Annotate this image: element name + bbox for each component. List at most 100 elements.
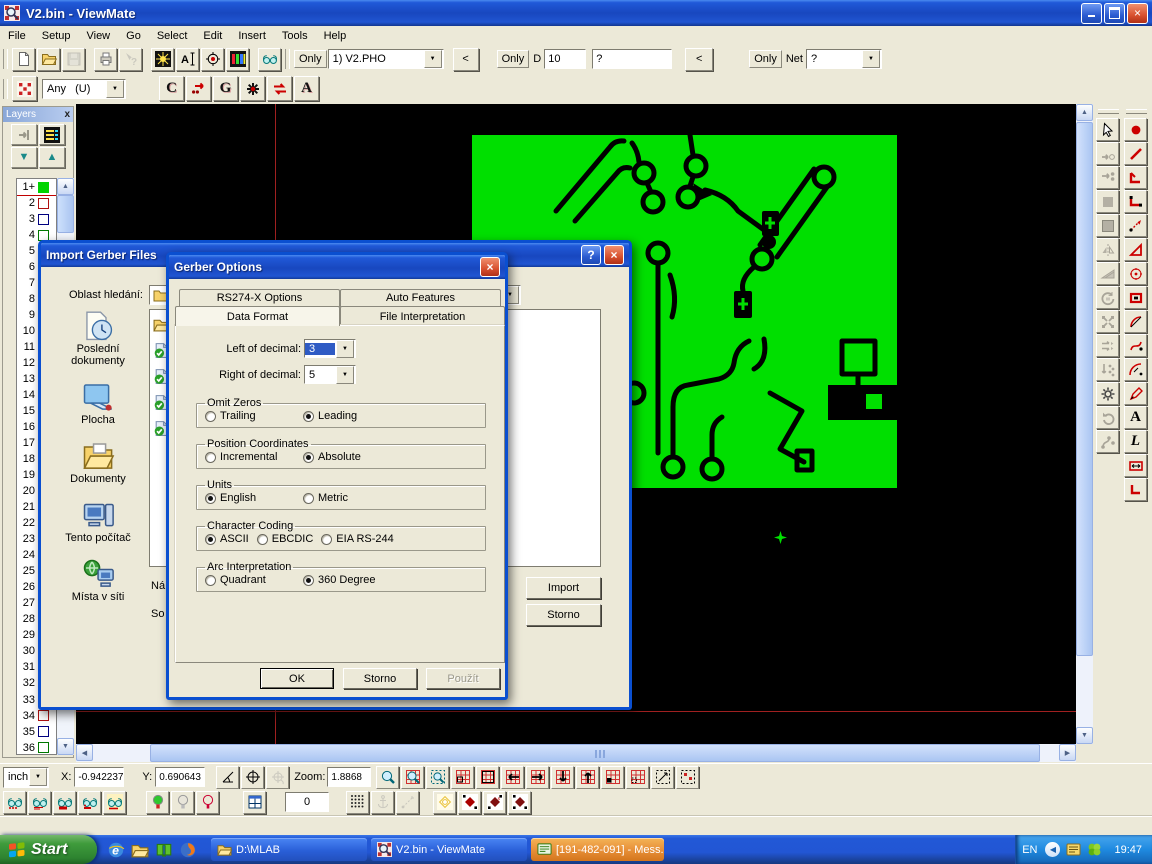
radio-eia-rs-244[interactable]: EIA RS-244 <box>321 533 393 545</box>
stretch-sel-button[interactable] <box>651 766 674 789</box>
import-button[interactable]: Import <box>526 577 601 599</box>
menu-insert[interactable]: Insert <box>230 28 274 44</box>
tri-tool-button[interactable] <box>1124 238 1147 261</box>
vertical-scrollbar[interactable]: ▲ ▼ <box>1076 104 1093 744</box>
cell-a-button[interactable] <box>601 766 624 789</box>
radio-metric[interactable]: Metric <box>303 492 348 504</box>
scroll-up-icon[interactable]: ▲ <box>1076 104 1093 121</box>
dot-grid-button[interactable] <box>346 791 369 814</box>
ie-icon[interactable]: e <box>107 841 125 859</box>
radio-quadrant[interactable]: Quadrant <box>205 574 295 586</box>
circ-tool-button[interactable] <box>1124 262 1147 285</box>
view-3-button[interactable] <box>53 791 76 814</box>
route-arrow-button[interactable] <box>1124 214 1147 237</box>
select-c-button[interactable]: C <box>159 76 184 101</box>
selection-filter-select[interactable]: Any (U) ▼ <box>42 79 126 99</box>
clock[interactable]: 19:47 <box>1114 844 1142 856</box>
radio-trailing[interactable]: Trailing <box>205 410 295 422</box>
print-button[interactable] <box>94 48 117 71</box>
dcode-query-input[interactable]: ? <box>592 49 672 69</box>
layer-color-swatch[interactable] <box>38 214 49 225</box>
close-button[interactable]: × <box>480 257 500 277</box>
layer-color-swatch[interactable] <box>38 230 49 241</box>
cursor-button[interactable] <box>1096 118 1119 141</box>
bulb-green-button[interactable] <box>146 791 169 814</box>
dock-left-button[interactable] <box>11 124 37 145</box>
context-help-button[interactable]: ? <box>119 48 142 71</box>
grid-a-button[interactable] <box>451 766 474 789</box>
layer-table-button[interactable] <box>39 124 65 145</box>
arc-tool-button[interactable] <box>1124 310 1147 333</box>
pad-d-button[interactable] <box>508 791 531 814</box>
menu-file[interactable]: File <box>0 28 34 44</box>
view-2-button[interactable] <box>28 791 51 814</box>
dcode-input[interactable]: 10 <box>544 49 586 69</box>
wedge-button[interactable] <box>1096 262 1119 285</box>
close-button[interactable]: × <box>604 245 624 265</box>
toolbar-grip[interactable] <box>1098 109 1119 114</box>
center-target-button[interactable] <box>241 766 264 789</box>
help-button[interactable]: ? <box>581 245 601 265</box>
layer-colors-button[interactable] <box>226 48 249 71</box>
pan-right-button[interactable] <box>526 766 549 789</box>
scroll-up-icon[interactable]: ▲ <box>57 178 74 195</box>
route-gray-button[interactable] <box>1096 142 1119 165</box>
layers-panel-caption[interactable]: Layers x <box>3 107 73 122</box>
select-text-button[interactable]: A <box>294 76 319 101</box>
layer-row-36[interactable]: 36 <box>17 740 56 755</box>
folder-ql-icon[interactable] <box>131 841 149 859</box>
arc-pen-button[interactable] <box>1124 358 1147 381</box>
scrollbar-thumb[interactable] <box>150 744 1040 762</box>
chevron-down-icon[interactable]: ▼ <box>336 366 354 384</box>
menu-edit[interactable]: Edit <box>195 28 230 44</box>
quad-view-button[interactable] <box>243 791 266 814</box>
route2-gray-button[interactable] <box>1096 166 1119 189</box>
menu-go[interactable]: Go <box>118 28 149 44</box>
layer-color-swatch[interactable] <box>38 198 49 209</box>
view-1-button[interactable] <box>3 791 26 814</box>
scroll-down-icon[interactable]: ▼ <box>57 738 74 755</box>
pad-c-button[interactable]: s <box>483 791 506 814</box>
menu-view[interactable]: View <box>78 28 118 44</box>
trace-line-button[interactable] <box>1124 142 1147 165</box>
pan-down-button[interactable] <box>551 766 574 789</box>
view-glasses-button[interactable] <box>258 48 281 71</box>
radio-ascii[interactable]: ASCII <box>205 533 249 545</box>
pad-a-button[interactable] <box>433 791 456 814</box>
snap-center-button[interactable] <box>201 48 224 71</box>
cell-b-button[interactable] <box>626 766 649 789</box>
pan-left-button[interactable] <box>501 766 524 789</box>
tray-note-icon[interactable] <box>1066 842 1081 857</box>
net-select[interactable]: ? ▼ <box>806 49 882 69</box>
measure-move-button[interactable] <box>396 791 419 814</box>
pan-center-button[interactable] <box>266 766 289 789</box>
place-network[interactable]: Místa v síti <box>51 557 145 603</box>
corner-dn-button[interactable] <box>1124 478 1147 501</box>
zoom-select-button[interactable] <box>426 766 449 789</box>
radio-incremental[interactable]: Incremental <box>205 451 295 463</box>
layer-color-swatch[interactable] <box>38 710 49 721</box>
only-net-button[interactable]: Only <box>749 50 782 68</box>
anchor-button[interactable] <box>371 791 394 814</box>
tab-rs274-x-options[interactable]: RS274-X Options <box>179 289 340 307</box>
rotate-button[interactable] <box>1096 286 1119 309</box>
scroll-left-icon[interactable]: ◀ <box>76 744 93 761</box>
place-recent-documents[interactable]: Poslední dokumenty <box>51 309 145 367</box>
scroll-right-icon[interactable]: ▶ <box>1059 744 1076 761</box>
right-of-decimal-select[interactable]: 5 ▼ <box>304 365 356 384</box>
scrollbar-thumb[interactable] <box>57 195 74 233</box>
place-documents[interactable]: Dokumenty <box>51 439 145 485</box>
toolbar-grip[interactable] <box>1126 109 1147 114</box>
bulb-red-button[interactable] <box>196 791 219 814</box>
chevron-down-icon[interactable]: ▼ <box>336 340 354 358</box>
menu-setup[interactable]: Setup <box>34 28 79 44</box>
layer-select[interactable]: 1) V2.PHO ▼ <box>328 49 444 69</box>
chevron-down-icon[interactable]: ▼ <box>106 80 124 98</box>
horizontal-scrollbar[interactable]: ◀ ▶ <box>76 744 1076 762</box>
new-file-button[interactable] <box>12 48 35 71</box>
rect-tool-button[interactable] <box>1124 286 1147 309</box>
select-flash-button[interactable] <box>240 76 265 101</box>
radio-360-degree[interactable]: 360 Degree <box>303 574 376 586</box>
layer-color-swatch[interactable] <box>38 726 49 737</box>
scrollbar-thumb[interactable] <box>1076 122 1093 656</box>
